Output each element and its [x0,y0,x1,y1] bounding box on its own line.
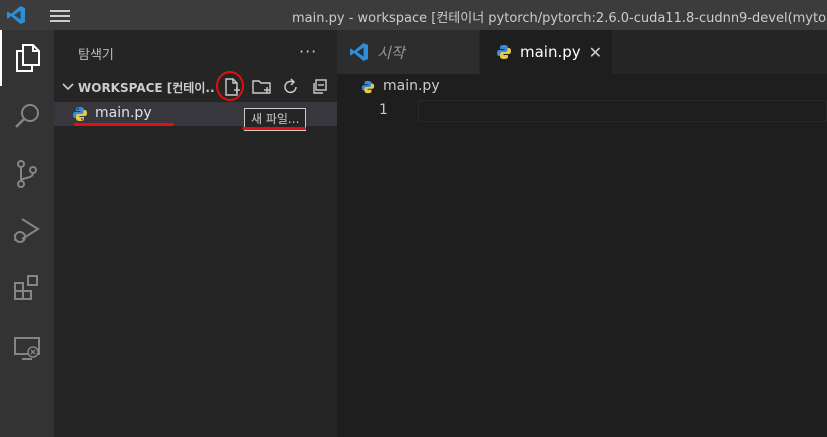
tab-label: 시작 [377,43,405,62]
annotation-circle [216,71,244,101]
search-icon[interactable] [0,88,54,144]
code-editor-current-line[interactable] [418,100,827,122]
run-debug-icon[interactable] [0,202,54,258]
breadcrumb: main.py [337,74,827,100]
python-file-icon [73,107,87,121]
workspace-section-header[interactable]: WORKSPACE [컨테이.. [54,74,337,100]
vscode-logo-icon[interactable] [6,5,26,25]
refresh-icon [284,78,297,94]
menu-icon[interactable] [50,7,70,23]
file-label: main.py [95,105,152,121]
editor-tab-bar: 시작 main.py ✕ [337,30,827,74]
annotation-underline [242,127,306,130]
title-bar: main.py - workspace [컨테이너 pytorch/pytorc… [0,0,827,30]
refresh-button[interactable] [281,77,301,97]
source-control-icon[interactable] [0,146,54,202]
new-folder-icon [252,80,271,94]
chevron-down-icon[interactable] [61,80,75,94]
vscode-logo-icon [350,43,368,61]
window-title: main.py - workspace [컨테이너 pytorch/pytorc… [292,11,827,26]
close-icon[interactable]: ✕ [589,43,602,62]
remote-explorer-icon[interactable] [0,320,54,376]
python-file-icon [361,80,375,94]
new-folder-button[interactable] [252,77,272,97]
explorer-sidebar: 탐색기 ··· WORKSPACE [컨테이.. main.py 새 파일... [54,30,337,437]
tab-main-py[interactable]: main.py ✕ [480,30,612,74]
breadcrumb-item[interactable]: main.py [383,78,440,94]
workspace-label: WORKSPACE [컨테이.. [78,81,215,95]
tab-label: main.py [520,43,581,61]
explorer-icon[interactable] [0,30,54,86]
line-number: 1 [379,102,388,118]
collapse-all-icon [313,79,327,94]
collapse-all-button[interactable] [309,77,329,97]
tab-welcome[interactable]: 시작 [337,30,479,74]
activity-bar [0,30,54,437]
extensions-icon[interactable] [0,260,54,316]
python-file-icon [497,45,511,59]
line-number-gutter: 1 [337,100,417,437]
annotation-underline [74,123,174,126]
explorer-title: 탐색기 [78,48,114,63]
more-actions-icon[interactable]: ··· [299,42,317,61]
